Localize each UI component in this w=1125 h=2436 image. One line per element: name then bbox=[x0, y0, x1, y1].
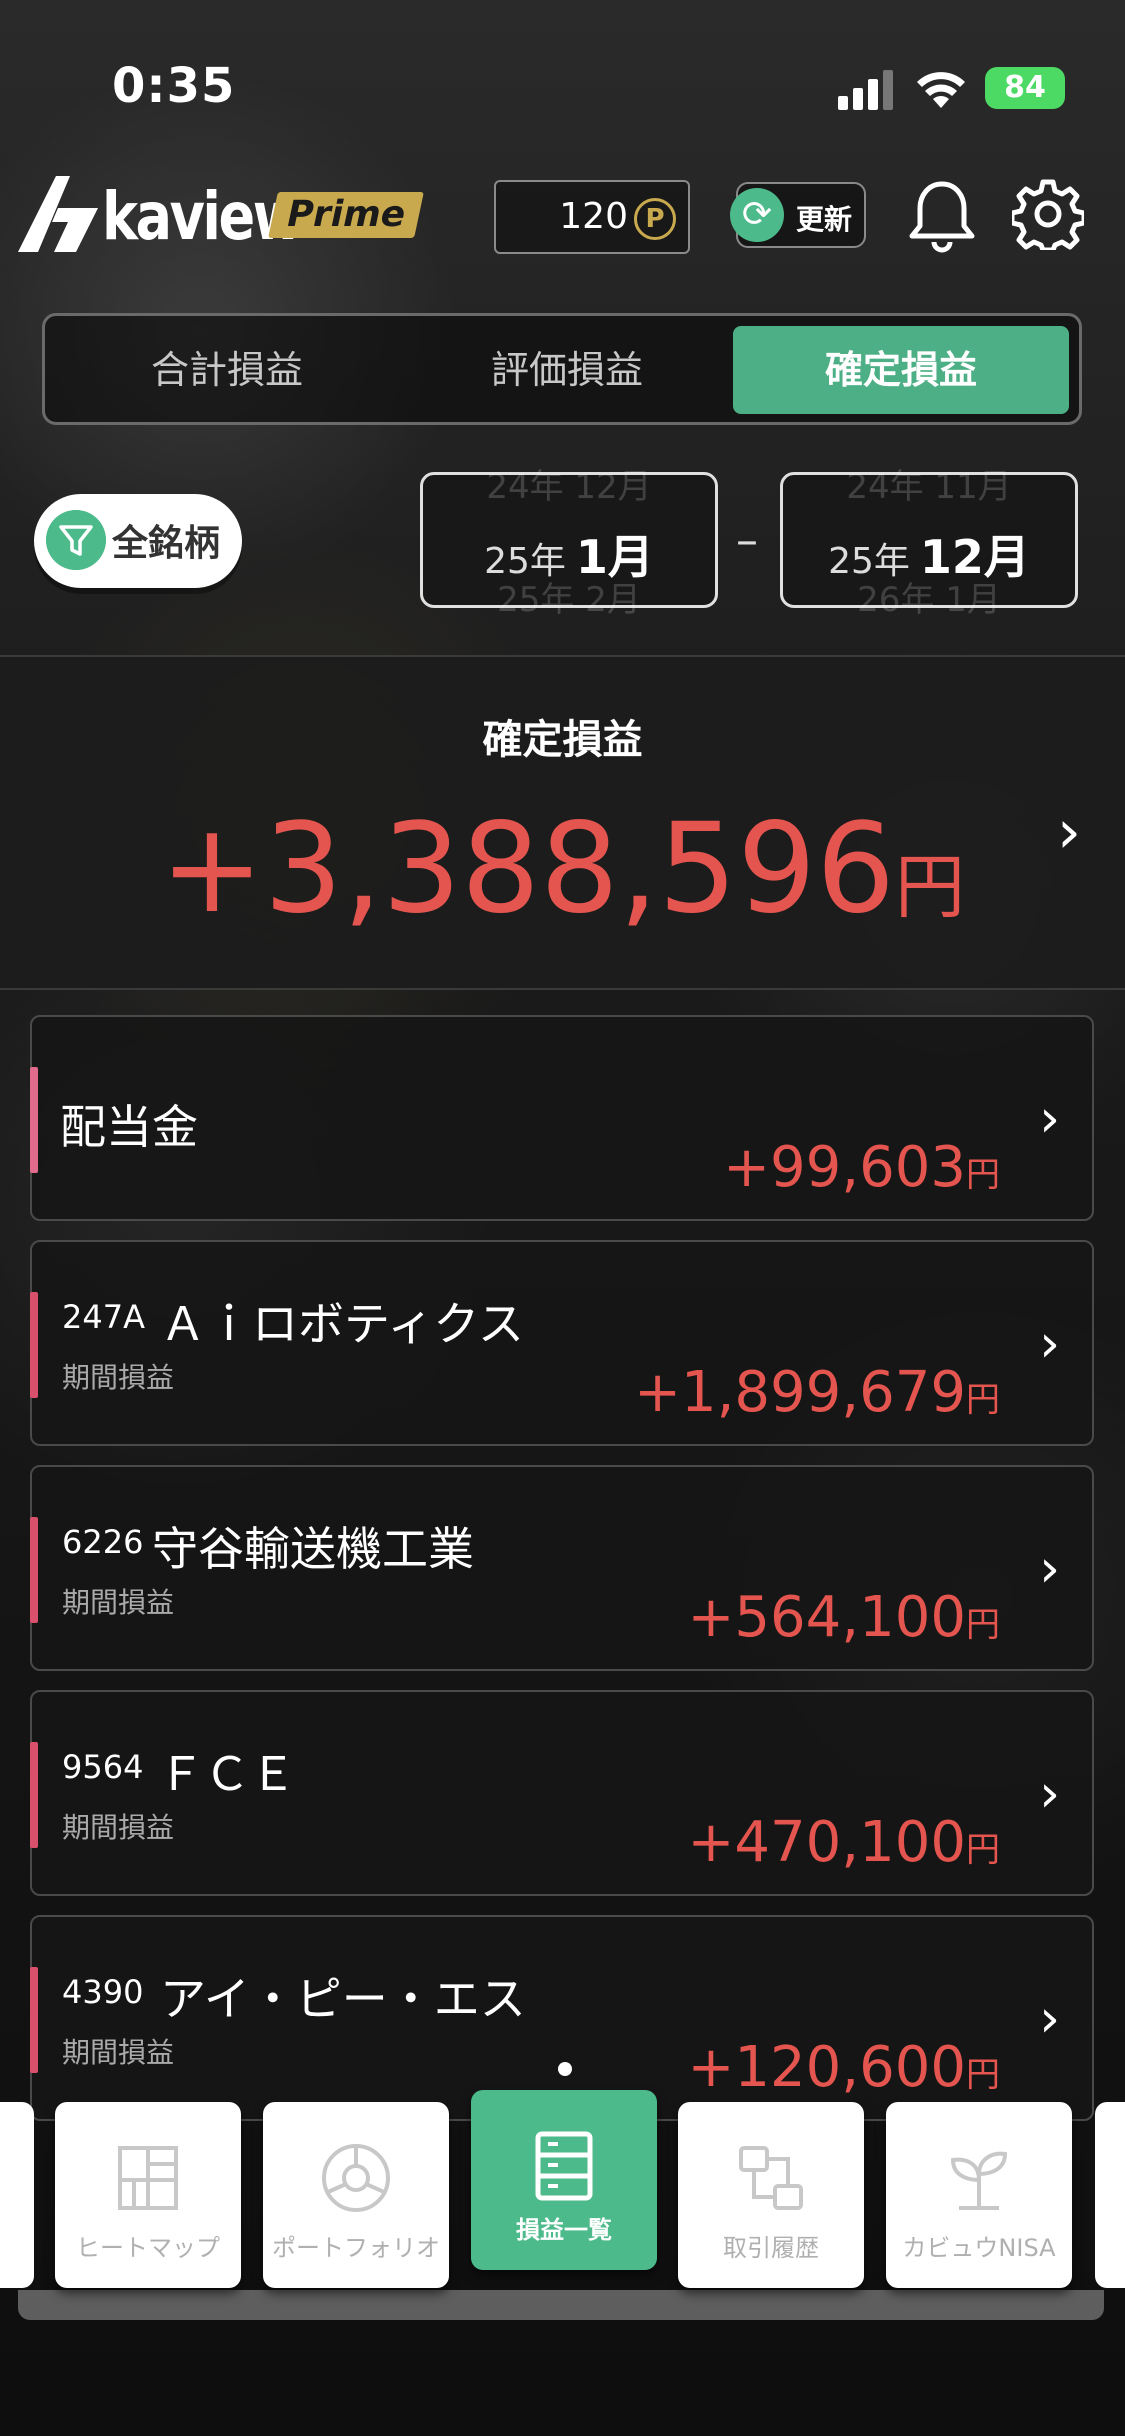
heatmap-icon bbox=[118, 2146, 178, 2210]
row-sub-label: 期間損益 bbox=[62, 2036, 175, 2069]
tab-trade-history[interactable]: 取引履歴 bbox=[678, 2102, 864, 2288]
settings-gear-icon[interactable] bbox=[1012, 178, 1084, 250]
tab-realized-profit[interactable]: 確定損益 bbox=[733, 326, 1069, 414]
logo-text: kaview bbox=[102, 178, 303, 255]
row-value-unit: 円 bbox=[966, 2055, 1000, 2095]
row-value-amount: +120,600 bbox=[687, 2035, 967, 2100]
notification-bell-icon[interactable] bbox=[906, 178, 978, 254]
row-sub-label: 期間損益 bbox=[62, 1586, 175, 1619]
row-stock-code: 4390 bbox=[62, 1973, 144, 2011]
date-separator: – bbox=[736, 515, 758, 566]
refresh-icon: ⟳ bbox=[730, 188, 784, 242]
end-date-next: 26年 1月 bbox=[857, 580, 1001, 620]
row-accent-bar bbox=[30, 1292, 38, 1398]
row-value-unit: 円 bbox=[966, 1380, 1000, 1420]
row-value-amount: +1,899,679 bbox=[634, 1360, 966, 1425]
cellular-signal-icon bbox=[838, 70, 893, 110]
row-value: +99,603円 bbox=[723, 1135, 1000, 1200]
row-name: アイ・ピー・エス bbox=[160, 1972, 526, 2026]
list-item-stock[interactable]: 247A Ａｉロボティクス 期間損益 +1,899,679円 › bbox=[30, 1240, 1094, 1446]
row-accent-bar bbox=[30, 1742, 38, 1848]
summary-amount-unit: 円 bbox=[894, 846, 965, 928]
list-item-stock[interactable]: 6226 守谷輸送機工業 期間損益 +564,100円 › bbox=[30, 1465, 1094, 1671]
app-logo: kaview Prime bbox=[18, 176, 425, 256]
row-value-unit: 円 bbox=[966, 1605, 1000, 1645]
summary-title: 確定損益 bbox=[482, 717, 643, 763]
tab-heatmap[interactable]: ヒートマップ bbox=[55, 2102, 241, 2288]
realized-profit-summary[interactable]: 確定損益 +3,388,596円 › bbox=[0, 655, 1125, 990]
tab-label: ポートフォリオ bbox=[272, 2234, 440, 2262]
row-value-amount: +470,100 bbox=[687, 1810, 967, 1875]
profit-type-tabs: 合計損益 評価損益 確定損益 bbox=[42, 313, 1082, 425]
row-sub-label: 期間損益 bbox=[62, 1361, 175, 1394]
row-name: 配当金 bbox=[60, 1100, 198, 1154]
row-value-amount: +564,100 bbox=[687, 1585, 967, 1650]
row-accent-bar bbox=[30, 1517, 38, 1623]
chevron-right-icon: › bbox=[1057, 797, 1081, 867]
chevron-right-icon: › bbox=[1039, 1314, 1060, 1374]
chevron-right-icon: › bbox=[1039, 1764, 1060, 1824]
start-date-picker[interactable]: 24年 12月 25年 1月 25年 2月 bbox=[420, 467, 718, 620]
points-value: 120 bbox=[559, 196, 628, 237]
tab-total-profit[interactable]: 合計損益 bbox=[59, 326, 395, 414]
tab-profit-list[interactable]: 損益一覧 bbox=[471, 2090, 657, 2270]
start-date-prev: 24年 12月 bbox=[486, 467, 652, 507]
row-sub-label: 期間損益 bbox=[62, 1811, 175, 1844]
trade-history-icon bbox=[739, 2146, 803, 2210]
chevron-right-icon: › bbox=[1039, 1989, 1060, 2049]
filter-funnel-icon bbox=[46, 510, 106, 570]
summary-amount-value: +3,388,596 bbox=[160, 797, 895, 941]
row-stock-code: 6226 bbox=[62, 1523, 144, 1561]
start-date-next: 25年 2月 bbox=[497, 580, 641, 620]
tab-label: 損益一覧 bbox=[516, 2216, 612, 2244]
row-name: Ａｉロボティクス bbox=[160, 1297, 524, 1351]
summary-amount: +3,388,596円 bbox=[0, 797, 1125, 941]
end-date-picker[interactable]: 24年 11月 25年 12月 26年 1月 bbox=[780, 467, 1078, 620]
row-value: +1,899,679円 bbox=[634, 1360, 1000, 1425]
row-value-unit: 円 bbox=[966, 1830, 1000, 1870]
end-date-prev: 24年 11月 bbox=[846, 467, 1012, 507]
tab-label: ヒートマップ bbox=[76, 2234, 220, 2262]
tabbar-tray bbox=[18, 2290, 1104, 2320]
row-stock-code: 9564 bbox=[62, 1748, 144, 1786]
portfolio-icon bbox=[322, 2144, 390, 2212]
row-accent-bar bbox=[30, 1967, 38, 2073]
prime-badge: Prime bbox=[268, 192, 425, 238]
tab-kabyu-nisa[interactable]: カビュウNISA bbox=[886, 2102, 1072, 2288]
row-name: ＦＣＥ bbox=[158, 1747, 296, 1801]
page-indicator-dot bbox=[558, 2062, 572, 2076]
list-item-stock[interactable]: 9564 ＦＣＥ 期間損益 +470,100円 › bbox=[30, 1690, 1094, 1896]
row-value-amount: +99,603 bbox=[723, 1135, 966, 1200]
row-stock-code: 247A bbox=[62, 1298, 145, 1336]
filter-label: 全銘柄 bbox=[112, 523, 221, 564]
points-coin-icon: P bbox=[634, 198, 676, 240]
wifi-icon bbox=[917, 72, 965, 108]
tab-portfolio[interactable]: ポートフォリオ bbox=[263, 2102, 449, 2288]
stock-filter-button[interactable]: 全銘柄 bbox=[34, 494, 242, 588]
row-name: 守谷輸送機工業 bbox=[152, 1522, 474, 1576]
list-item-dividend[interactable]: 配当金 +99,603円 › bbox=[30, 1015, 1094, 1221]
profit-list-icon bbox=[535, 2131, 593, 2201]
tab-edge-right bbox=[1095, 2102, 1125, 2288]
battery-indicator: 84 bbox=[985, 67, 1065, 109]
tab-edge-left bbox=[0, 2102, 34, 2288]
tab-unrealized-profit[interactable]: 評価損益 bbox=[399, 326, 735, 414]
chevron-right-icon: › bbox=[1039, 1539, 1060, 1599]
refresh-button[interactable]: ⟳ 更新 bbox=[730, 182, 866, 248]
row-accent-bar bbox=[30, 1067, 38, 1173]
row-value: +470,100円 bbox=[688, 1810, 1001, 1875]
row-value: +120,600円 bbox=[688, 2035, 1001, 2100]
chevron-right-icon: › bbox=[1039, 1089, 1060, 1149]
status-time: 0:35 bbox=[112, 58, 236, 114]
refresh-label: 更新 bbox=[796, 203, 853, 236]
tab-label: カビュウNISA bbox=[902, 2234, 1056, 2262]
points-display[interactable]: 120 P bbox=[494, 180, 690, 254]
row-value: +564,100円 bbox=[688, 1585, 1001, 1650]
kaview-logo-icon bbox=[18, 176, 98, 252]
nisa-icon bbox=[950, 2151, 1008, 2210]
row-value-unit: 円 bbox=[966, 1155, 1000, 1195]
tab-label: 取引履歴 bbox=[723, 2234, 819, 2262]
